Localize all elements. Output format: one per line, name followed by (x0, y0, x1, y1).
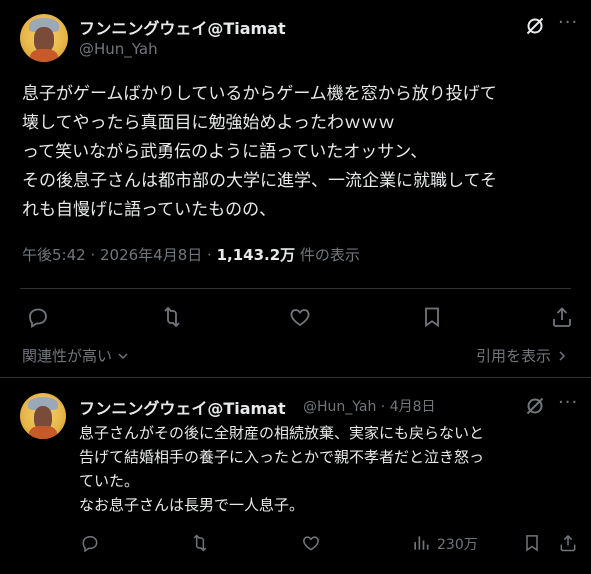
author-name[interactable]: フンニングウェイ@Tiamat (79, 15, 286, 39)
divider (0, 377, 591, 378)
reply-line: 告げて結婚相手の養子に入ったとかで親不孝者だと泣き怒っ (79, 448, 485, 466)
reply-text: 息子さんがその後に全財産の相続放棄、実家にも戻らないと 告げて結婚相手の養子に入… (79, 421, 484, 517)
reply-icon[interactable] (26, 305, 50, 329)
retweet-icon[interactable] (160, 305, 184, 329)
views-icon[interactable] (411, 533, 431, 553)
view-quotes-link[interactable]: 引用を表示 (476, 345, 568, 366)
tweet-meta: 午後5:42 · 2026年4月8日 · 1,143.2万 件の表示 (22, 244, 360, 265)
tweet-line: 息子がゲームばかりしているからゲーム機を窓から放り投げて (22, 84, 497, 104)
tweet-line: 壊してやったら真面目に勉強始めよったわｗｗｗ (22, 113, 395, 133)
tweet-line: って笑いながら武勇伝のように語っていたオッサン、 (22, 142, 428, 162)
views-label: 件の表示 (295, 246, 360, 264)
quotes-label: 引用を表示 (476, 347, 552, 365)
grok-icon[interactable] (525, 396, 545, 416)
more-icon[interactable]: ··· (558, 392, 578, 413)
sort-label: 関連性が高い (22, 347, 113, 365)
reply-author-handle-date[interactable]: @Hun_Yah · 4月8日 (303, 396, 436, 416)
reply-author-name[interactable]: フンニングウェイ@Tiamat (79, 395, 286, 419)
more-icon[interactable]: ··· (558, 12, 578, 33)
reply-line: なお息子さんは長男で一人息子。 (79, 496, 305, 514)
reply-line: ていた。 (79, 472, 140, 490)
share-icon[interactable] (558, 533, 578, 553)
divider (20, 288, 571, 289)
author-handle[interactable]: @Hun_Yah (79, 40, 158, 58)
sort-dropdown[interactable]: 関連性が高い (22, 345, 129, 366)
tweet-line: その後息子さんは都市部の大学に進学、一流企業に就職してそ (22, 171, 497, 191)
reply-views-count[interactable]: 230万 (437, 534, 478, 554)
retweet-icon[interactable] (190, 533, 210, 553)
like-icon[interactable] (288, 305, 312, 329)
like-icon[interactable] (301, 533, 321, 553)
reply-author-avatar[interactable] (20, 393, 66, 439)
grok-icon[interactable] (525, 16, 545, 36)
chevron-right-icon (559, 351, 565, 361)
reply-icon[interactable] (80, 533, 100, 553)
reply-line: 息子さんがその後に全財産の相続放棄、実家にも戻らないと (79, 424, 485, 442)
chevron-down-icon (118, 353, 128, 360)
views-count: 1,143.2万 (216, 246, 296, 264)
bookmark-icon[interactable] (522, 533, 542, 553)
share-icon[interactable] (550, 305, 574, 329)
bookmark-icon[interactable] (420, 305, 444, 329)
tweet-timestamp[interactable]: 午後5:42 · 2026年4月8日 · (22, 246, 217, 264)
tweet-line: れも自慢げに語っていたものの、 (22, 200, 277, 220)
author-avatar[interactable] (20, 14, 68, 62)
tweet-text: 息子がゲームばかりしているからゲーム機を窓から放り投げて 壊してやったら真面目に… (22, 80, 497, 225)
